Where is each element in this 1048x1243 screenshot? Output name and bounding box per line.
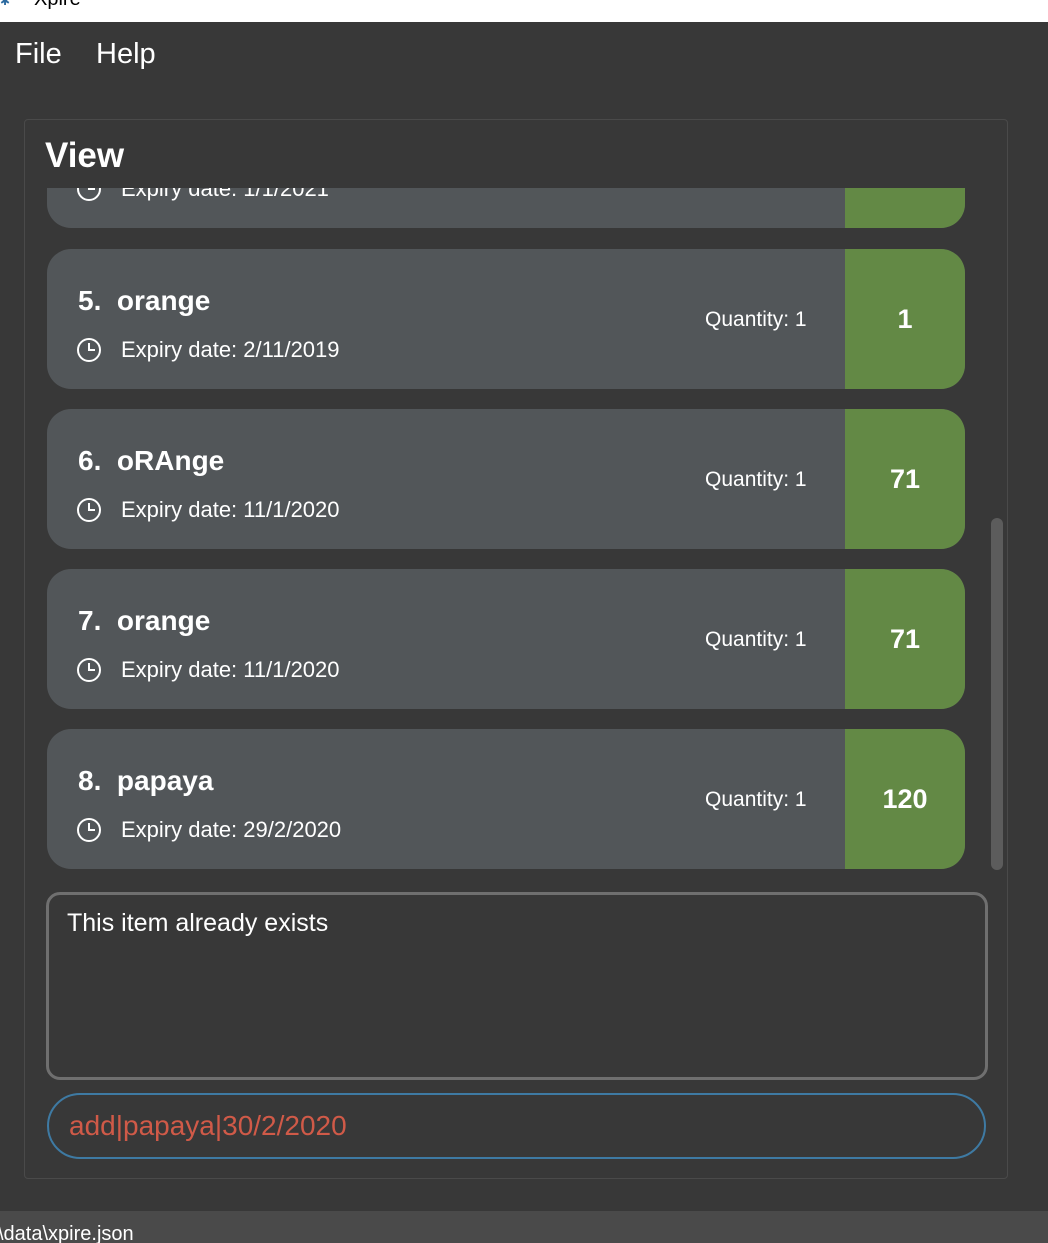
days-left-badge: 71	[845, 409, 965, 549]
command-box[interactable]	[47, 1093, 986, 1159]
item-name-text: orange	[116, 605, 211, 636]
quantity: Quantity: 1	[705, 628, 807, 651]
item-number: 7.	[78, 605, 102, 636]
item-name: 6. oRAnge	[78, 445, 224, 477]
list-item[interactable]: 7. orange Expiry date: 11/1/2020 Quantit…	[47, 569, 965, 709]
item-name: 5. orange	[78, 285, 210, 317]
item-number: 5.	[78, 285, 102, 316]
item-list[interactable]: Expiry date: 1/1/2021 5. orange Expiry d…	[47, 188, 965, 870]
days-left: 120	[882, 783, 928, 814]
days-left: 71	[889, 623, 921, 654]
expiry-date: Expiry date: 2/11/2019	[121, 337, 340, 362]
clock-icon	[77, 818, 101, 842]
item-number: 8.	[78, 765, 102, 796]
days-left-badge: 120	[845, 729, 965, 869]
days-left: 1	[897, 303, 913, 334]
item-name-text: oRAnge	[116, 445, 225, 476]
clock-icon	[77, 188, 101, 201]
expiry-date: Expiry date: 29/2/2020	[121, 817, 342, 842]
expiry-date: Expiry date: 1/1/2021	[121, 188, 329, 201]
result-message: This item already exists	[67, 909, 329, 937]
storage-file-path: \data\xpire.json	[0, 1223, 134, 1243]
quantity: Quantity: 1	[705, 308, 807, 331]
scrollbar-thumb[interactable]	[991, 518, 1003, 870]
window-title: Xpire	[34, 0, 81, 11]
clock-icon	[77, 498, 101, 522]
item-name: 7. orange	[78, 605, 210, 637]
quantity: Quantity: 1	[705, 788, 807, 811]
command-input[interactable]	[69, 1109, 949, 1143]
days-left-badge: 71	[845, 569, 965, 709]
menu-file[interactable]: File	[15, 38, 62, 71]
days-left: 71	[889, 463, 921, 494]
item-name-text: orange	[116, 285, 211, 316]
menu-bar: File Help	[0, 22, 1048, 88]
menu-help[interactable]: Help	[96, 38, 156, 71]
clock-icon	[77, 338, 101, 362]
result-display: This item already exists	[46, 892, 988, 1080]
title-bar: ✱ Xpire	[0, 0, 1048, 22]
list-item[interactable]: 5. orange Expiry date: 2/11/2019 Quantit…	[47, 249, 965, 389]
list-item[interactable]: Expiry date: 1/1/2021	[47, 188, 965, 228]
clock-icon	[77, 658, 101, 682]
days-left-badge	[845, 188, 965, 228]
quantity: Quantity: 1	[705, 468, 807, 491]
days-left-badge: 1	[845, 249, 965, 389]
item-name-text: papaya	[116, 765, 214, 796]
status-bar: \data\xpire.json	[0, 1211, 1048, 1243]
expiry-date: Expiry date: 11/1/2020	[121, 657, 340, 682]
list-item[interactable]: 8. papaya Expiry date: 29/2/2020 Quantit…	[47, 729, 965, 869]
item-number: 6.	[78, 445, 102, 476]
app-logo-icon: ✱	[0, 0, 11, 8]
expiry-date: Expiry date: 11/1/2020	[121, 497, 340, 522]
view-title: View	[45, 136, 125, 175]
list-item[interactable]: 6. oRAnge Expiry date: 11/1/2020 Quantit…	[47, 409, 965, 549]
item-name: 8. papaya	[78, 765, 213, 797]
